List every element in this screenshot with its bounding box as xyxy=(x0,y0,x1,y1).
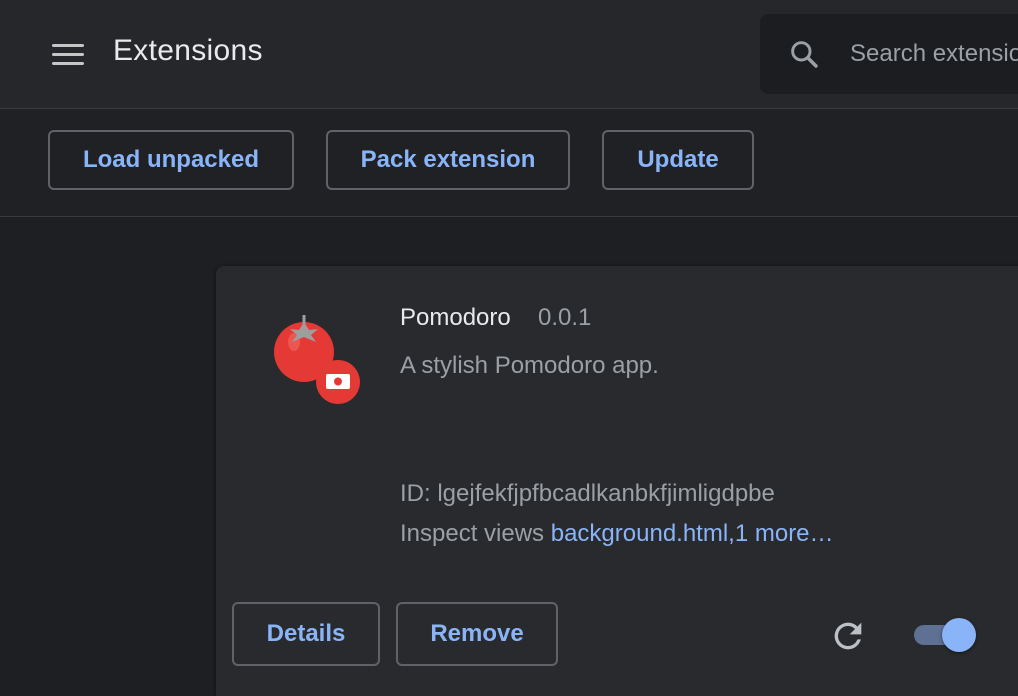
load-unpacked-button[interactable]: Load unpacked xyxy=(48,130,294,190)
page-header: Extensions xyxy=(0,0,1018,109)
pack-extension-button[interactable]: Pack extension xyxy=(326,130,570,190)
extension-card: Pomodoro 0.0.1 A stylish Pomodoro app. I… xyxy=(216,266,1018,696)
remove-button[interactable]: Remove xyxy=(396,602,558,666)
inspect-views-label: Inspect views xyxy=(400,520,545,547)
extension-name: Pomodoro xyxy=(400,304,511,331)
reload-icon[interactable] xyxy=(828,616,868,656)
page-title: Extensions xyxy=(113,34,263,67)
inspect-views-link[interactable]: background.html,1 more… xyxy=(551,520,834,547)
search-input[interactable] xyxy=(850,34,1018,74)
tomato-icon xyxy=(274,315,360,404)
developer-toolbar: Load unpacked Pack extension Update xyxy=(0,109,1018,217)
enable-toggle[interactable] xyxy=(912,618,976,652)
details-button[interactable]: Details xyxy=(232,602,380,666)
inspect-views-row: Inspect views background.html,1 more… xyxy=(400,520,834,548)
extension-id: ID: lgejfekfjpfbcadlkanbkfjimligdpbe xyxy=(400,480,775,507)
extension-version: 0.0.1 xyxy=(538,304,592,331)
extension-description: A stylish Pomodoro app. xyxy=(400,352,659,379)
menu-icon[interactable] xyxy=(48,36,88,72)
search-box[interactable] xyxy=(760,14,1018,94)
update-button[interactable]: Update xyxy=(602,130,754,190)
search-icon[interactable] xyxy=(788,38,820,70)
toggle-knob xyxy=(942,618,976,652)
